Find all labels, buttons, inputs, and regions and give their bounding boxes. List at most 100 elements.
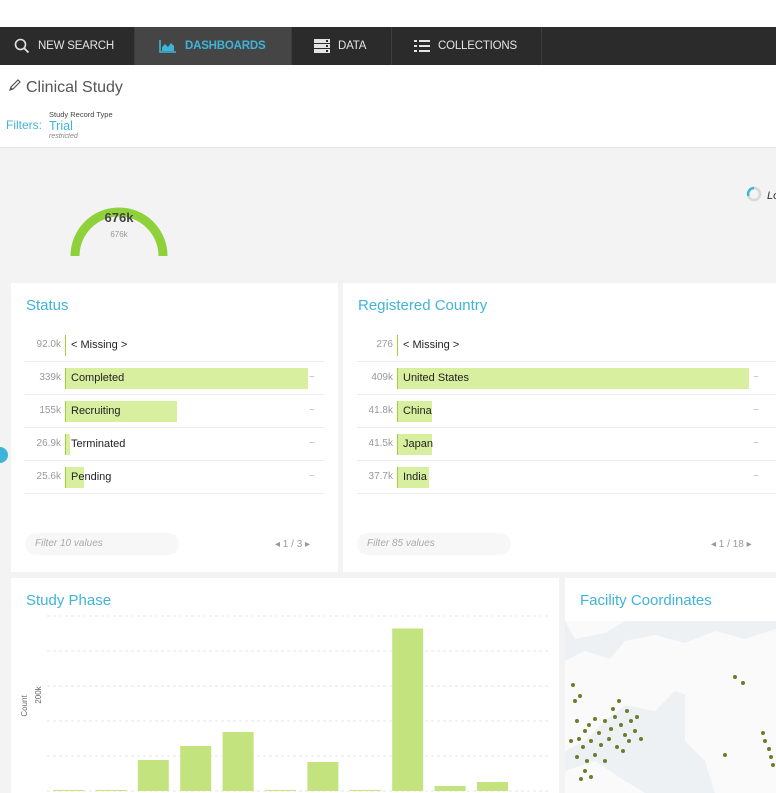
phase-bar[interactable] xyxy=(53,790,84,791)
country-row-divider xyxy=(397,368,398,389)
status-row-label: Recruiting xyxy=(71,405,121,417)
nav-new-search[interactable]: NEW SEARCH xyxy=(0,27,135,65)
status-row[interactable]: 339k Completed ~ xyxy=(25,362,324,395)
nav-dashboards[interactable]: DASHBOARDS xyxy=(135,27,292,65)
status-row-count: 25.6k xyxy=(36,471,61,482)
nav-data[interactable]: DATA xyxy=(292,27,392,65)
facility-point xyxy=(627,739,631,743)
status-row-divider xyxy=(65,401,66,422)
phase-bar[interactable] xyxy=(392,628,424,792)
status-row[interactable]: 25.6k Pending ~ xyxy=(25,461,324,494)
facility-point xyxy=(611,707,615,711)
facility-point xyxy=(583,769,587,773)
status-row-count: 155k xyxy=(39,405,61,416)
facility-point xyxy=(607,737,611,741)
facility-point xyxy=(578,694,582,698)
country-row[interactable]: 41.8k China ~ xyxy=(357,395,776,428)
country-row[interactable]: 41.5k Japan ~ xyxy=(357,428,776,461)
facility-point xyxy=(639,737,643,741)
status-panel: Status 92.0k < Missing > 339k Completed ~155… xyxy=(11,283,338,572)
sparkline-icon: ~ xyxy=(309,372,315,383)
phase-bar[interactable] xyxy=(434,786,466,791)
country-row[interactable]: 409k United States ~ xyxy=(357,362,776,395)
status-row[interactable]: 26.9k Terminated ~ xyxy=(25,428,324,461)
status-row-label: Terminated xyxy=(71,438,126,450)
country-row-label: India xyxy=(403,471,427,483)
status-row-label: Completed xyxy=(71,372,125,384)
facility-point xyxy=(569,739,573,743)
facility-point xyxy=(625,709,629,713)
country-row-count: 41.8k xyxy=(368,405,393,416)
country-row-divider xyxy=(397,467,398,488)
sparkline-icon: ~ xyxy=(753,438,759,449)
status-row-label: Pending xyxy=(71,471,112,483)
dashboard-header: Clinical Study Filters: Study Record Typ… xyxy=(0,65,776,148)
facility-point xyxy=(769,755,773,759)
status-rows: 92.0k < Missing > 339k Completed ~155k Recrui… xyxy=(25,329,324,494)
facility-point xyxy=(583,729,587,733)
nav-collections-label: COLLECTIONS xyxy=(438,40,517,52)
sparkline-icon: ~ xyxy=(753,372,759,383)
status-row-label: < Missing > xyxy=(71,339,128,351)
phase-bar[interactable] xyxy=(265,790,296,791)
phase-bar[interactable] xyxy=(95,790,127,791)
status-row[interactable]: 92.0k < Missing > xyxy=(25,329,324,362)
filter-caption: Study Record Type xyxy=(49,110,113,119)
status-panel-title: Status xyxy=(26,297,69,314)
phase-bar[interactable] xyxy=(349,790,381,791)
facility-point xyxy=(575,755,579,759)
country-row-divider xyxy=(397,401,398,422)
phase-bar[interactable] xyxy=(137,760,169,791)
facility-panel: Facility Coordinates xyxy=(565,578,776,793)
filters-bar: Filters: Study Record Type Trial restric… xyxy=(6,111,113,140)
status-filter-input[interactable]: Filter 10 values xyxy=(25,533,179,555)
filter-note: restricted xyxy=(49,133,78,140)
country-pager[interactable]: ◂ 1 / 18 ▸ xyxy=(711,539,752,550)
status-pager[interactable]: ◂ 1 / 3 ▸ xyxy=(275,539,310,550)
loading-text: Lo xyxy=(767,189,776,202)
sparkline-icon: ~ xyxy=(309,405,315,416)
database-icon xyxy=(314,39,330,53)
facility-point xyxy=(767,747,771,751)
country-row-label: Japan xyxy=(403,438,433,450)
country-row-count: 41.5k xyxy=(368,438,393,449)
facility-point xyxy=(587,723,591,727)
country-row-count: 276 xyxy=(376,339,393,350)
dashboard-title[interactable]: Clinical Study xyxy=(26,79,123,97)
status-row-divider xyxy=(65,434,66,455)
country-row-count: 37.7k xyxy=(368,471,393,482)
study-phase-panel: Study Phase 0200kCount xyxy=(11,578,559,793)
phase-bar[interactable] xyxy=(307,762,339,791)
phase-bar[interactable] xyxy=(477,782,508,791)
y-axis-label: Count xyxy=(20,695,29,717)
sparkline-icon: ~ xyxy=(753,471,759,482)
country-row-divider xyxy=(397,335,398,356)
top-spacer xyxy=(0,0,776,27)
phase-bar[interactable] xyxy=(180,746,212,791)
country-row[interactable]: 276 < Missing > xyxy=(357,329,776,362)
country-filter-input[interactable]: Filter 85 values xyxy=(357,533,511,555)
filter-chip-study-record-type[interactable]: Study Record Type Trial restricted xyxy=(49,111,113,140)
spinner-icon xyxy=(746,186,762,205)
facility-point xyxy=(575,719,579,723)
search-icon xyxy=(14,38,30,54)
status-row[interactable]: 155k Recruiting ~ xyxy=(25,395,324,428)
sparkline-icon: ~ xyxy=(309,471,315,482)
phase-bar[interactable] xyxy=(222,732,254,791)
nav-collections[interactable]: COLLECTIONS xyxy=(392,27,542,65)
filter-value[interactable]: Trial xyxy=(49,119,113,133)
facility-point xyxy=(577,737,581,741)
sidebar-expand-handle[interactable] xyxy=(0,447,8,463)
country-row[interactable]: 37.7k India ~ xyxy=(357,461,776,494)
country-panel-title: Registered Country xyxy=(358,297,488,314)
status-row-count: 92.0k xyxy=(36,339,61,350)
country-row-count: 409k xyxy=(371,372,393,383)
pencil-icon[interactable] xyxy=(8,78,22,97)
facility-point xyxy=(633,729,637,733)
facility-point xyxy=(593,753,597,757)
facility-point xyxy=(761,731,765,735)
facility-map[interactable] xyxy=(565,621,776,793)
gauge-subvalue: 676k xyxy=(110,230,128,239)
facility-point xyxy=(733,675,737,679)
country-rows: 276 < Missing > 409k United States ~41.8k Chi… xyxy=(357,329,776,494)
